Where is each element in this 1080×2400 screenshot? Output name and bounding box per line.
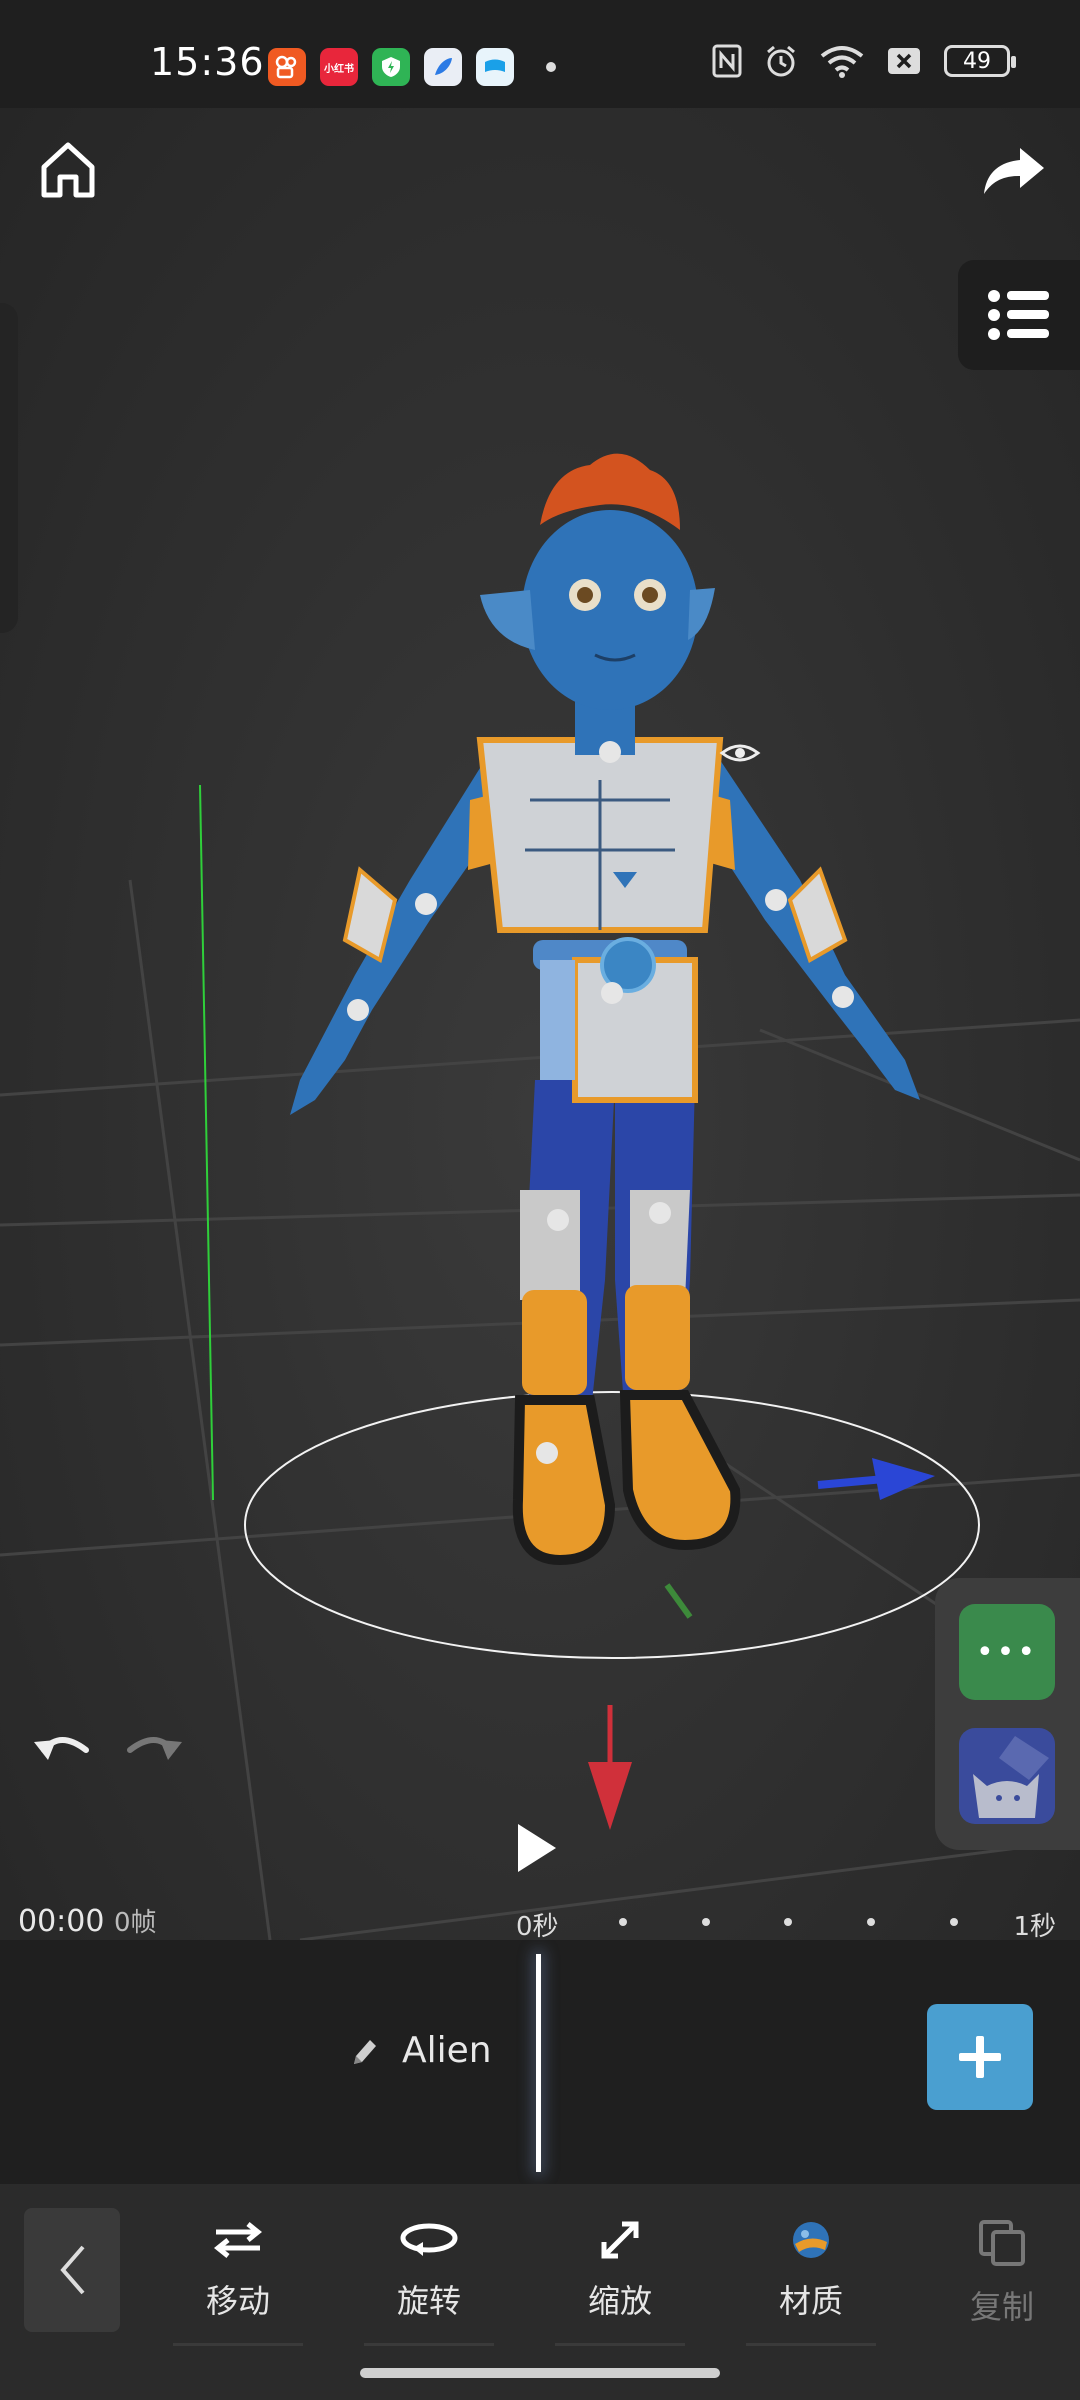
move-arrows-icon [213,2222,263,2258]
track-name: Alien [402,2030,492,2071]
alarm-icon [767,45,795,77]
left-shoe [512,1395,616,1566]
timeline-start-label: 0秒 [516,1912,559,1940]
tool-rotate[interactable]: 旋转 [354,2218,504,2346]
frame-count: 0帧 [114,1908,157,1938]
left-panel-handle[interactable] [0,303,18,633]
tool-underline [746,2343,876,2346]
timeline-tick [784,1918,792,1926]
timeline-end-label: 1秒 [1013,1912,1056,1940]
undo-icon [34,1737,89,1760]
redo-button[interactable] [120,1720,186,1770]
status-app-icons: 小红书 [268,48,556,86]
cat-avatar-icon [973,1736,1049,1818]
tool-underline [364,2343,494,2346]
scene-canvas[interactable] [0,108,1080,1940]
status-indicators: 49 [712,44,1016,78]
more-options-button[interactable]: ••• [959,1604,1055,1700]
scale-icon [601,2221,639,2259]
nfc-icon [712,44,742,78]
tool-copy[interactable]: 复制 [927,2218,1077,2338]
play-icon [518,1824,556,1872]
z-axis-arrow [588,1705,632,1830]
character-avatar-button[interactable] [959,1728,1055,1824]
chevron-left-icon [60,2245,85,2295]
share-button[interactable] [974,130,1054,210]
home-button[interactable] [28,130,108,210]
status-time: 15:36 [150,40,265,84]
visibility-eye-icon [719,744,761,762]
rotate-icon [400,2223,458,2256]
right-shoe [619,1390,741,1551]
xiaohongshu-app-icon: 小红书 [320,48,358,86]
tool-material[interactable]: 材质 [736,2218,886,2346]
kuaishou-app-icon [268,48,306,86]
undo-button[interactable] [30,1720,96,1770]
playhead[interactable] [536,1954,541,2172]
material-sphere-icon [793,2222,829,2258]
battery-level: 49 [963,48,991,74]
head [522,510,698,710]
status-bar: 15:36 小红书 49 [0,0,1080,108]
gesture-home-indicator[interactable] [360,2368,720,2378]
outliner-list-button[interactable] [958,260,1080,370]
tool-material-label: 材质 [778,2282,843,2320]
tool-underline [173,2343,303,2346]
xiaohongshu-logo-text: 小红书 [324,63,354,75]
copy-icon [979,2220,1025,2266]
tool-move-label: 移动 [205,2282,270,2320]
play-button[interactable] [510,1820,570,1880]
no-sim-icon [888,48,920,74]
tool-copy-label: 复制 [969,2288,1034,2326]
list-icon [988,290,1049,340]
tool-underline [555,2343,685,2346]
right-ear [688,588,715,640]
3d-viewport[interactable]: ••• 00:00 0帧 0秒 1秒 [0,108,1080,1940]
tool-scale-label: 缩放 [587,2282,652,2320]
timeline-tick [950,1918,958,1926]
timecode: 00:00 [18,1904,105,1939]
browser-app-icon [424,48,462,86]
tool-rotate-label: 旋转 [396,2282,461,2320]
more-dots-icon: ••• [975,1634,1039,1670]
timeline-tick [867,1918,875,1926]
timecode-display: 00:00 0帧 [18,1902,157,1939]
plus-icon [959,2036,1001,2078]
forward-direction-marker [664,1583,693,1619]
left-ear [480,590,535,650]
tool-move[interactable]: 移动 [163,2218,313,2346]
wifi-icon [820,46,864,78]
quick-side-panel: ••• [935,1578,1080,1850]
timeline-tick [702,1918,710,1926]
y-axis-line [199,784,214,1501]
share-arrow-icon [984,148,1044,194]
add-keyframe-button[interactable] [927,2004,1033,2110]
security-app-icon [372,48,410,86]
flag-app-icon [476,48,514,86]
home-icon [41,142,95,198]
toolbar-back-button[interactable] [24,2208,120,2332]
battery-indicator: 49 [944,45,1016,77]
redo-icon [127,1737,182,1760]
timeline-tick [619,1918,627,1926]
notification-dot [546,62,556,72]
pencil-icon [354,2039,376,2064]
track-name-label[interactable]: Alien [350,2030,492,2071]
alien-character-model [290,453,920,1566]
tool-scale[interactable]: 缩放 [545,2218,695,2346]
timeline-track-area[interactable]: Alien [0,1940,1080,2184]
